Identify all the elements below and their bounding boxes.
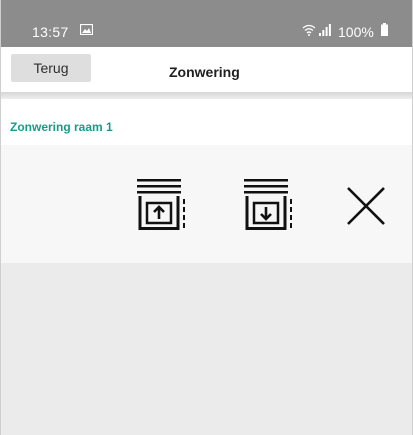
battery-level: 100% (338, 24, 374, 40)
empty-content-area (1, 263, 412, 435)
blind-down-button[interactable] (242, 178, 296, 234)
blind-up-button[interactable] (135, 178, 189, 234)
blind-down-icon (244, 179, 292, 230)
gallery-icon (80, 24, 93, 35)
signal-icon (319, 24, 331, 36)
blind-control-panel (1, 145, 412, 263)
status-time: 13:57 (32, 24, 69, 40)
close-icon (347, 187, 385, 225)
back-button[interactable]: Terug (11, 54, 91, 82)
section-header: Zonwering raam 1 (1, 99, 412, 145)
page-title: Zonwering (169, 64, 240, 80)
blind-up-icon (137, 179, 185, 230)
section-label: Zonwering raam 1 (10, 120, 113, 134)
status-bar: 13:57 100% (1, 0, 412, 47)
header-divider (1, 92, 412, 99)
wifi-icon (302, 24, 316, 36)
header-bar: Terug Zonwering (1, 47, 412, 92)
blind-stop-button[interactable] (339, 178, 393, 234)
app-window: 13:57 100% Terug Zonwering Zonwering raa… (0, 0, 413, 435)
battery-icon (381, 23, 388, 36)
